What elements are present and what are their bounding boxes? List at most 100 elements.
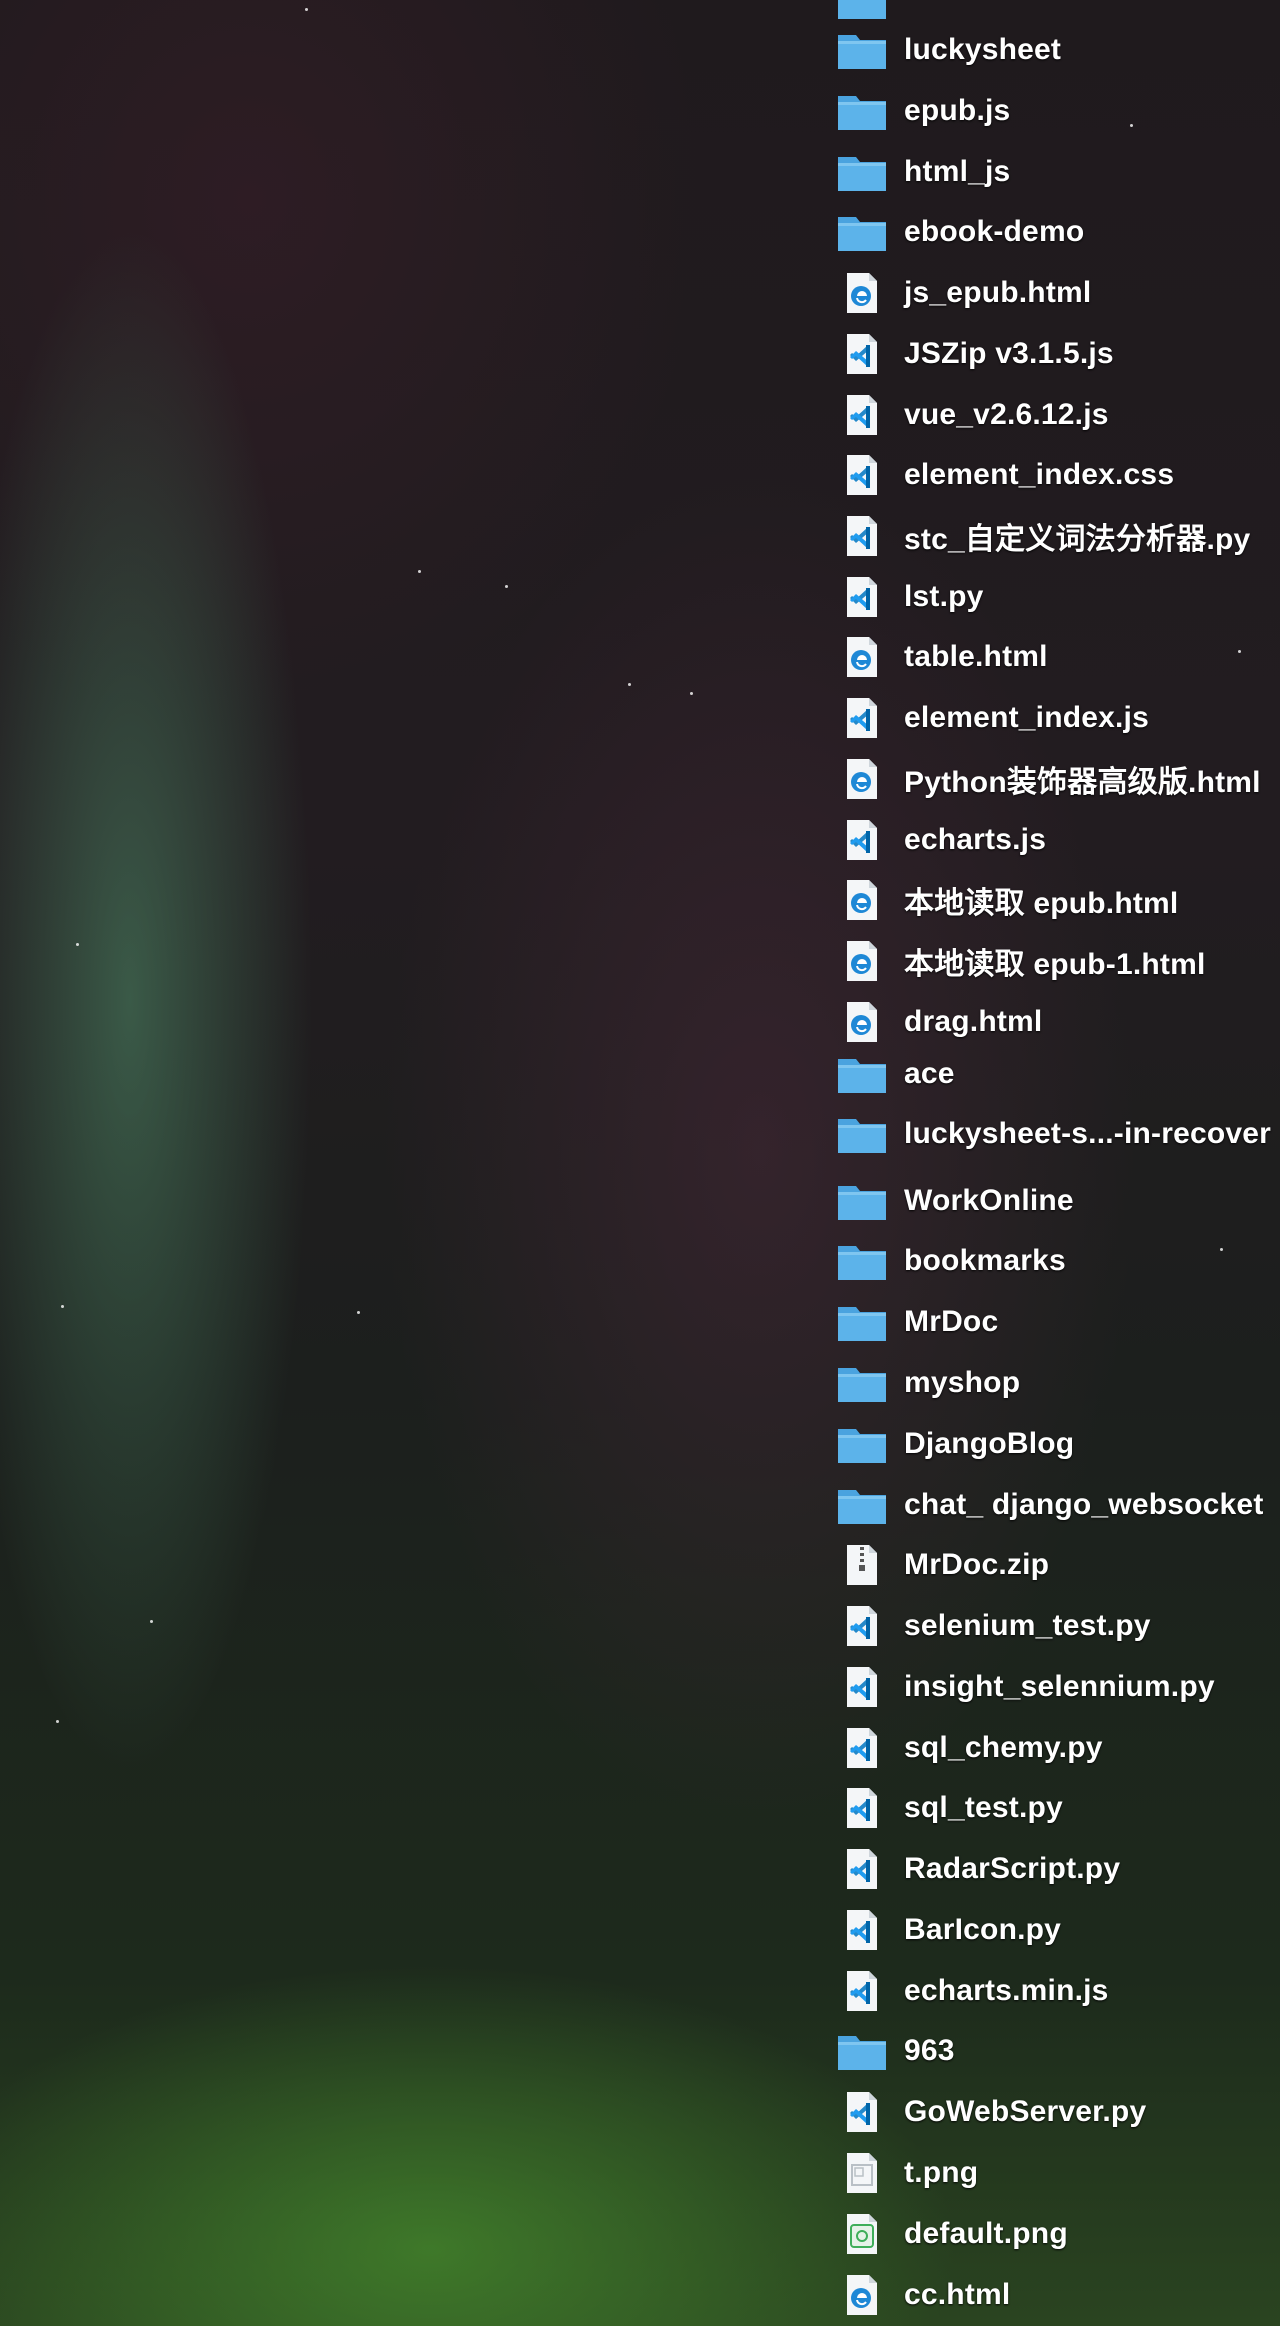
vscode-file-icon (836, 2089, 888, 2135)
desktop-icon-label: bookmarks (904, 1244, 1066, 1277)
desktop-icon-label: ace (904, 1057, 955, 1090)
vscode-file-icon (836, 452, 888, 498)
folder-icon (836, 1299, 888, 1345)
desktop-icon[interactable]: RadarScript.py (836, 1841, 1280, 1897)
desktop-icon[interactable]: ace (836, 1046, 1280, 1102)
desktop-icon-label: echarts.min.js (904, 1974, 1109, 2007)
edge-html-file-icon (836, 938, 888, 984)
vscode-file-icon (836, 574, 888, 620)
folder-icon (836, 1051, 888, 1097)
vscode-file-icon (836, 1785, 888, 1831)
desktop-icon[interactable]: epub.js (836, 83, 1280, 139)
desktop-icon-label: chat_ django_websocket (904, 1488, 1264, 1521)
folder-icon (836, 209, 888, 255)
desktop-icon-label: vue_v2.6.12.js (904, 398, 1109, 431)
desktop-icon-label: MrDoc (904, 1305, 999, 1338)
desktop-icon[interactable]: 963 (836, 2023, 1280, 2079)
desktop-icon[interactable]: html_js (836, 144, 1280, 200)
desktop-icon[interactable]: selenium_test.py (836, 1598, 1280, 1654)
edge-html-file-icon (836, 999, 888, 1045)
folder-icon (836, 1482, 888, 1528)
desktop-icon[interactable]: stc_自定义词法分析器.py (836, 508, 1280, 564)
desktop-icon[interactable]: ebook-demo (836, 204, 1280, 260)
desktop-icon[interactable]: 本地读取 epub-1.html (836, 933, 1280, 989)
vscode-file-icon (836, 1846, 888, 1892)
desktop-icon[interactable]: bookmarks (836, 1233, 1280, 1289)
desktop-icon-label: MrDoc.zip (904, 1548, 1050, 1581)
desktop-icon[interactable]: element_index.css (836, 447, 1280, 503)
desktop-icon-grid: luckysheet epub.js html_js ebook-demo js_epu… (836, 0, 1280, 2326)
edge-html-file-icon (836, 270, 888, 316)
desktop-icon[interactable]: element_index.js (836, 690, 1280, 746)
vscode-file-icon (836, 695, 888, 741)
desktop-icon[interactable]: JSZip v3.1.5.js (836, 326, 1280, 382)
zip-file-icon (836, 1542, 888, 1588)
desktop-icon[interactable]: luckysheet (836, 22, 1280, 78)
desktop-icon-label: table.html (904, 640, 1048, 673)
edge-html-file-icon (836, 634, 888, 680)
desktop-icon-label: sql_test.py (904, 1791, 1063, 1824)
desktop-icon-label: 本地读取 epub-1.html (904, 948, 1206, 981)
folder-icon (836, 1421, 888, 1467)
desktop-icon[interactable]: lst.py (836, 569, 1280, 625)
vscode-file-icon (836, 1725, 888, 1771)
folder-icon (836, 1238, 888, 1284)
desktop-icon-label: sql_chemy.py (904, 1731, 1103, 1764)
image-file-icon (836, 2150, 888, 2196)
vscode-file-icon (836, 1968, 888, 2014)
desktop-icon-label: luckysheet-s...-in-recover (904, 1117, 1272, 1150)
desktop-icon-label: luckysheet (904, 33, 1062, 66)
desktop-icon[interactable]: MrDoc (836, 1294, 1280, 1350)
desktop-icon-label: 963 (904, 2034, 955, 2067)
desktop-icon[interactable]: 本地读取 epub.html (836, 872, 1280, 928)
desktop-icon[interactable]: t.png (836, 2145, 1280, 2201)
desktop-icon-label: html_js (904, 155, 1011, 188)
desktop-icon[interactable]: BarIcon.py (836, 1902, 1280, 1958)
desktop-icon[interactable]: drag.html (836, 994, 1280, 1050)
desktop-icon[interactable]: insight_selennium.py (836, 1659, 1280, 1715)
desktop-icon-label: myshop (904, 1366, 1021, 1399)
desktop-icon-label: element_index.js (904, 701, 1149, 734)
desktop-icon-label: 本地读取 epub.html (904, 887, 1179, 920)
desktop-icon[interactable]: MrDoc.zip (836, 1537, 1280, 1593)
desktop-icon[interactable]: Python装饰器高级版.html (836, 751, 1280, 807)
desktop-icon-label: JSZip v3.1.5.js (904, 337, 1114, 370)
edge-html-file-icon (836, 756, 888, 802)
desktop-icon[interactable]: default.png (836, 2206, 1280, 2262)
desktop-icon[interactable]: cc.html (836, 2267, 1280, 2323)
desktop-icon-label: default.png (904, 2217, 1068, 2250)
vscode-file-icon (836, 513, 888, 559)
desktop-icon-label: epub.js (904, 94, 1011, 127)
vscode-file-icon (836, 331, 888, 377)
image-file-icon (836, 2211, 888, 2257)
desktop-icon-label: element_index.css (904, 458, 1175, 491)
folder-icon (836, 27, 888, 73)
desktop-icon[interactable]: table.html (836, 629, 1280, 685)
desktop-icon[interactable]: echarts.js (836, 812, 1280, 868)
folder-icon (836, 2028, 888, 2074)
desktop-icon[interactable]: myshop (836, 1355, 1280, 1411)
desktop-icon[interactable]: WorkOnline (836, 1173, 1280, 1229)
desktop-icon-label: drag.html (904, 1005, 1043, 1038)
folder-icon (836, 1178, 888, 1224)
desktop-icon[interactable]: chat_ django_websocket (836, 1477, 1280, 1533)
desktop-icon-label: BarIcon.py (904, 1913, 1062, 1946)
desktop-icon[interactable]: DjangoBlog (836, 1416, 1280, 1472)
desktop-icon-label: WorkOnline (904, 1184, 1074, 1217)
desktop-icon[interactable]: js_epub.html (836, 265, 1280, 321)
desktop-icon-label: t.png (904, 2156, 979, 2189)
desktop-icon-label: ebook-demo (904, 215, 1085, 248)
desktop-icon[interactable]: sql_chemy.py (836, 1720, 1280, 1776)
desktop-icon[interactable]: luckysheet-s...-in-recover (836, 1106, 1280, 1162)
desktop-icon[interactable]: echarts.min.js (836, 1963, 1280, 2019)
vscode-file-icon (836, 1603, 888, 1649)
desktop-icon-label: Python装饰器高级版.html (904, 766, 1261, 799)
desktop-icon[interactable]: vue_v2.6.12.js (836, 387, 1280, 443)
folder-icon (836, 1360, 888, 1406)
edge-html-file-icon (836, 877, 888, 923)
desktop-icon[interactable]: GoWebServer.py (836, 2084, 1280, 2140)
desktop-icon[interactable]: sql_test.py (836, 1780, 1280, 1836)
desktop-icon-label: lst.py (904, 580, 984, 613)
folder-icon (836, 149, 888, 195)
desktop-icon-label: GoWebServer.py (904, 2095, 1147, 2128)
